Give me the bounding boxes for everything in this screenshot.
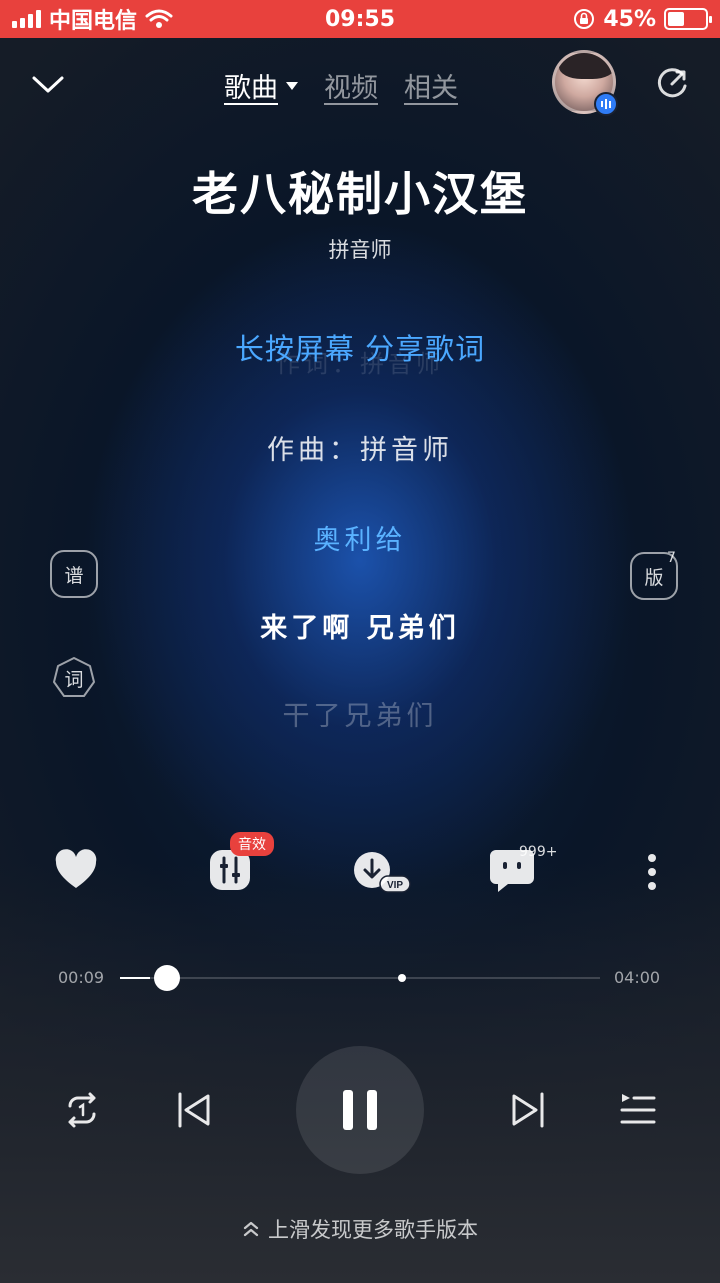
status-right: 45%: [573, 6, 712, 32]
battery-percent: 45%: [603, 6, 656, 32]
elapsed-time: 00:09: [58, 968, 105, 987]
versions-count: 7: [667, 550, 676, 566]
lyric-line[interactable]: 来了啊 兄弟们: [0, 606, 720, 645]
song-title: 老八秘制小汉堡: [192, 167, 528, 221]
tab-video[interactable]: 视频: [324, 66, 378, 105]
comment-count: 999+: [519, 844, 558, 860]
more-vertical-icon[interactable]: [640, 846, 664, 894]
sheet-music-label: 谱: [64, 564, 84, 587]
seek-track[interactable]: [120, 965, 600, 991]
pause-bar-icon: [367, 1090, 377, 1130]
tab-song[interactable]: 歌曲: [224, 66, 298, 105]
total-time: 04:00: [614, 968, 661, 987]
tab-related[interactable]: 相关: [404, 66, 458, 105]
swipe-up-hint[interactable]: 上滑发现更多歌手版本: [0, 1214, 720, 1244]
carrier-label: 中国电信: [49, 9, 138, 34]
seek-thumb[interactable]: [154, 965, 180, 991]
double-chevron-up-icon: [243, 1221, 259, 1237]
swipe-up-hint-label: 上滑发现更多歌手版本: [268, 1218, 478, 1242]
audio-wave-badge-icon: [594, 92, 618, 116]
pause-button[interactable]: [296, 1046, 424, 1174]
lyric-line[interactable]: 作曲：拼音师: [0, 428, 720, 467]
lyric-line-current[interactable]: 奥利给: [0, 518, 720, 557]
heart-icon[interactable]: [52, 846, 100, 894]
previous-track-icon[interactable]: [174, 1090, 214, 1130]
download-icon[interactable]: VIP: [352, 846, 412, 894]
battery-icon: [664, 8, 712, 30]
status-time: 09:55: [324, 6, 396, 32]
playlist-icon[interactable]: [618, 1090, 658, 1130]
progress-bar: 00:09 04:00: [0, 960, 720, 996]
signal-icon: [12, 10, 41, 28]
seek-fill: [120, 977, 150, 979]
highlight-marker: [398, 974, 407, 982]
player-header: 歌曲 视频 相关: [0, 50, 720, 120]
artist-name[interactable]: 拼音师: [0, 234, 720, 264]
collapse-chevron-down-icon[interactable]: [28, 64, 68, 104]
lyric-settings-label: 词: [64, 668, 84, 691]
share-lyrics-hint: 长按屏幕 分享歌词: [234, 332, 486, 366]
tab-song-label: 歌曲: [224, 73, 278, 104]
next-track-icon[interactable]: [508, 1090, 548, 1130]
share-icon[interactable]: [652, 64, 692, 104]
tab-bar: 歌曲 视频 相关: [224, 66, 458, 105]
sound-effect-badge: 音效: [230, 832, 274, 856]
status-bar: 中国电信 09:55 45%: [0, 0, 720, 38]
lyric-line[interactable]: 干了兄弟们: [0, 694, 720, 733]
action-row: 音效 VIP 999+: [0, 832, 720, 900]
repeat-one-icon[interactable]: [62, 1090, 102, 1130]
status-left: 中国电信: [12, 3, 173, 35]
singer-avatar-button[interactable]: [552, 50, 618, 116]
rotation-lock-icon: [574, 9, 595, 29]
wifi-icon: [145, 9, 173, 28]
caret-down-icon: [286, 81, 298, 90]
playback-controls: [0, 1046, 720, 1176]
sheet-music-button[interactable]: 谱: [50, 550, 98, 598]
versions-label: 版: [644, 566, 664, 589]
pause-bar-icon: [343, 1090, 353, 1130]
vip-tag: VIP: [387, 880, 403, 891]
